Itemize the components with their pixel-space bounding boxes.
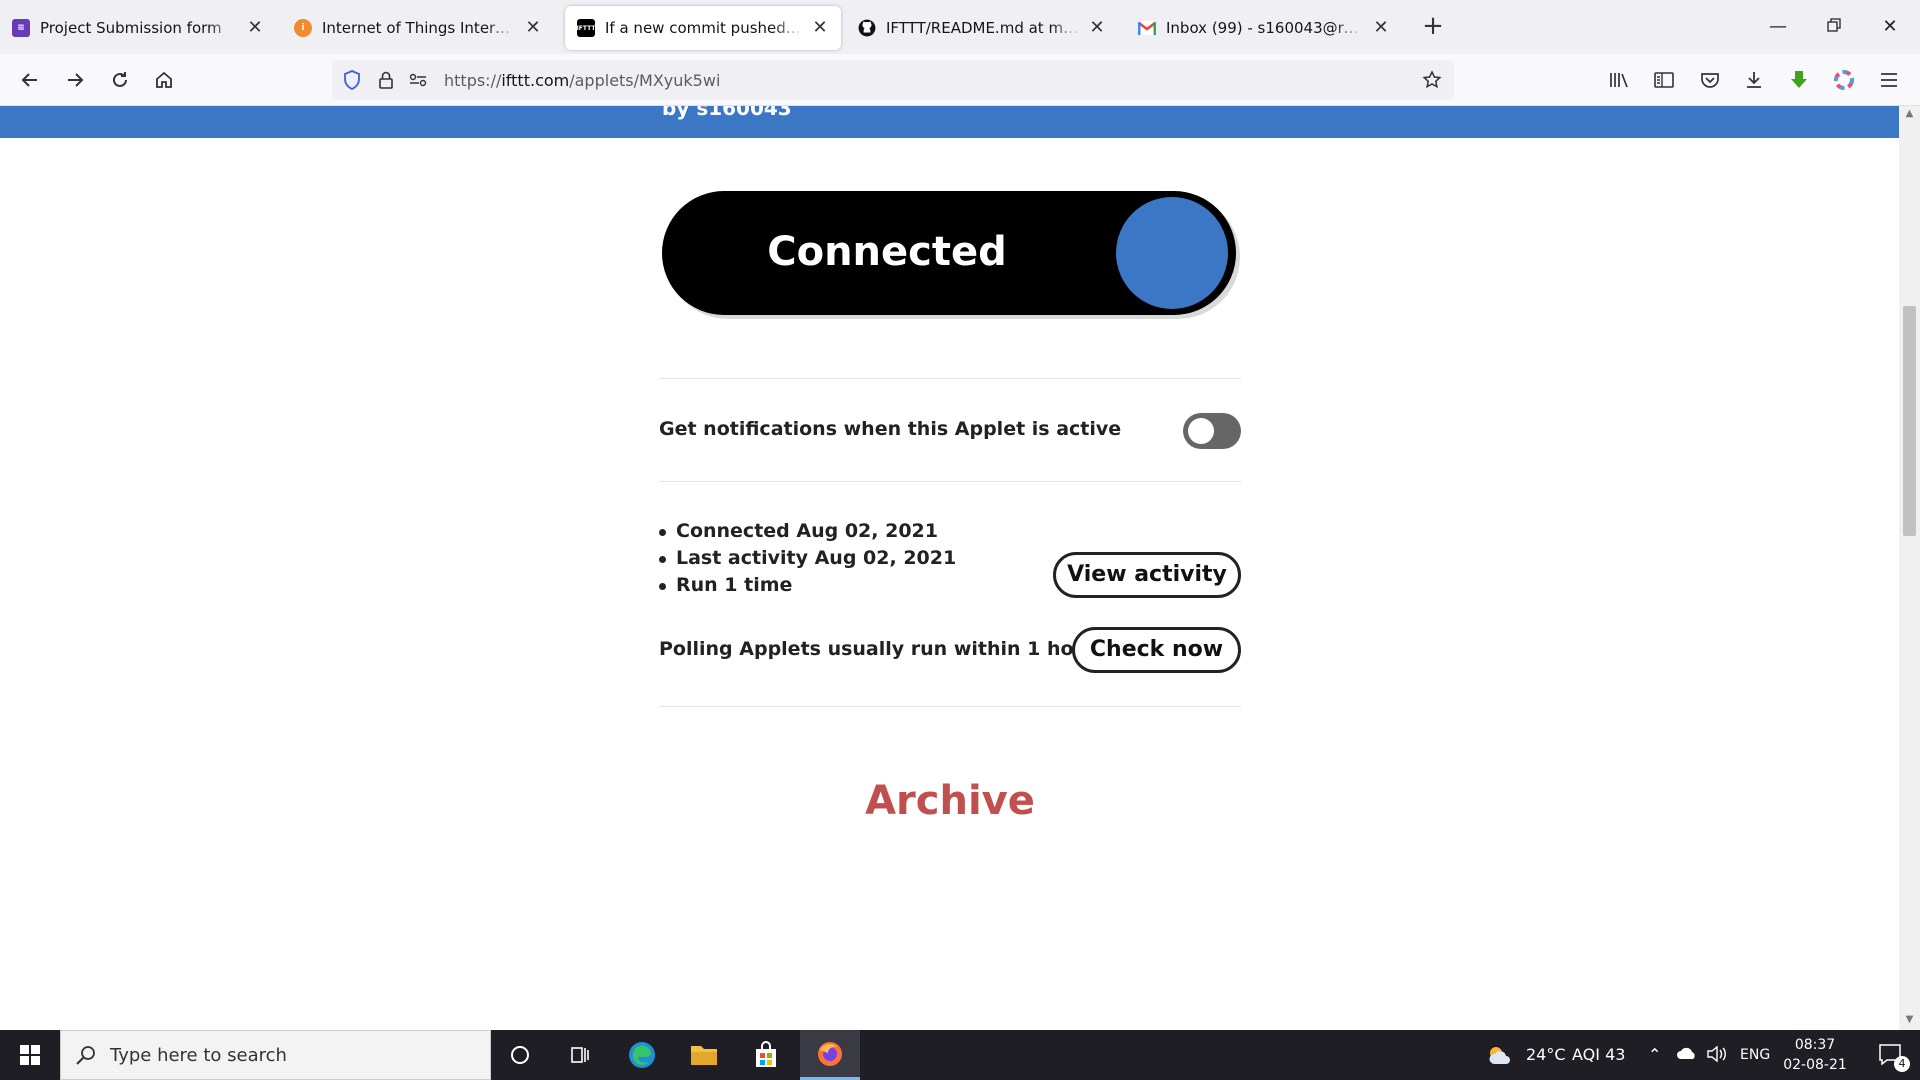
page-content: by s160043 Connected Get notifications w… [0, 106, 1899, 1030]
new-tab-button[interactable]: + [1418, 12, 1448, 42]
volume-icon[interactable] [1706, 1045, 1728, 1067]
weather-icon[interactable] [1482, 1030, 1516, 1080]
tab-iot-internship[interactable]: i Internet of Things Internship — G ✕ [282, 6, 554, 50]
close-tab-icon[interactable]: ✕ [811, 19, 829, 37]
url-text: https://ifttt.com/applets/MXyuk5wi [444, 71, 721, 90]
extension-colorwheel-icon[interactable] [1828, 64, 1860, 96]
tab-title: Project Submission form [40, 19, 222, 37]
back-icon[interactable] [14, 64, 46, 96]
show-hidden-icons-icon[interactable]: ⌃ [1648, 1045, 1661, 1064]
pocket-icon[interactable] [1694, 64, 1726, 96]
tab-bar: ≡ Project Submission form ✕ i Internet o… [0, 0, 1920, 54]
clock-time: 08:37 [1794, 1037, 1836, 1053]
notifications-switch-knob [1188, 418, 1214, 444]
divider [659, 378, 1241, 379]
input-language[interactable]: ENG [1740, 1047, 1770, 1063]
applet-header-band: by s160043 [0, 106, 1899, 138]
connect-toggle-label: Connected [767, 229, 1007, 275]
tab-title: Internet of Things Internship — G [322, 19, 516, 37]
page-scrollbar[interactable]: ▲ ▼ [1899, 106, 1920, 1030]
applet-stats-list: Connected Aug 02, 2021 Last activity Aug… [659, 518, 956, 599]
github-icon [858, 19, 876, 37]
navigation-bar: https://ifttt.com/applets/MXyuk5wi [0, 54, 1920, 106]
cortana-icon[interactable] [490, 1030, 550, 1080]
windows-taskbar: Type here to search 24°C AQI 43 ⌃ ENG 08… [0, 1030, 1920, 1080]
permissions-icon[interactable] [408, 70, 428, 90]
connect-toggle-knob[interactable] [1116, 197, 1228, 309]
task-view-icon[interactable] [550, 1030, 610, 1080]
tab-gmail-inbox[interactable]: Inbox (99) - s160043@rguktn.ac ✕ [1126, 6, 1402, 50]
polling-info: Polling Applets usually run within 1 hou… [659, 638, 1097, 660]
gmail-icon [1138, 19, 1156, 37]
notification-center-icon[interactable]: 4 [1866, 1030, 1916, 1080]
weather-aqi[interactable]: AQI 43 [1572, 1045, 1625, 1064]
home-icon[interactable] [148, 64, 180, 96]
tab-title: Inbox (99) - s160043@rguktn.ac [1166, 19, 1364, 37]
close-tab-icon[interactable]: ✕ [246, 19, 264, 37]
close-tab-icon[interactable]: ✕ [1088, 19, 1106, 37]
clock-date: 02-08-21 [1783, 1057, 1847, 1073]
view-activity-button[interactable]: View activity [1053, 552, 1241, 598]
tab-title: IFTTT/README.md at main · Va [886, 19, 1080, 37]
scrollbar-thumb[interactable] [1903, 306, 1916, 536]
tab-ifttt-applet[interactable]: IFTTT If a new commit pushed, then Se ✕ [565, 6, 841, 50]
divider [659, 706, 1241, 707]
tab-github-readme[interactable]: IFTTT/README.md at main · Va ✕ [846, 6, 1118, 50]
stat-run-count: Run 1 time [659, 572, 956, 599]
applet-author: by s160043 [662, 106, 792, 120]
file-explorer-icon[interactable] [674, 1030, 734, 1080]
menu-icon[interactable] [1873, 64, 1905, 96]
windows-start-icon[interactable] [0, 1030, 60, 1080]
restore-icon[interactable] [1806, 10, 1862, 44]
ifttt-icon: IFTTT [577, 19, 595, 37]
divider [659, 481, 1241, 482]
forward-icon[interactable] [59, 64, 91, 96]
onedrive-icon[interactable] [1676, 1045, 1698, 1064]
window-close-icon[interactable]: ✕ [1862, 10, 1918, 44]
search-icon [75, 1044, 97, 1070]
taskbar-clock[interactable]: 08:37 02-08-21 [1780, 1035, 1850, 1075]
sidebar-icon[interactable] [1648, 64, 1680, 96]
library-icon[interactable] [1603, 64, 1635, 96]
notification-count-badge: 4 [1894, 1056, 1910, 1072]
forms-icon: ≡ [12, 19, 30, 37]
bookmark-star-icon[interactable] [1422, 70, 1442, 90]
taskbar-search-box[interactable]: Type here to search [60, 1030, 491, 1080]
extension-download-icon[interactable] [1783, 64, 1815, 96]
archive-button[interactable]: Archive [850, 778, 1050, 824]
check-now-button[interactable]: Check now [1072, 627, 1241, 673]
notifications-switch[interactable] [1183, 413, 1241, 449]
edge-browser-icon[interactable] [612, 1030, 672, 1080]
reload-icon[interactable] [104, 64, 136, 96]
address-bar[interactable]: https://ifttt.com/applets/MXyuk5wi [332, 60, 1454, 100]
minimize-icon[interactable]: — [1750, 10, 1806, 44]
stat-last-activity: Last activity Aug 02, 2021 [659, 545, 956, 572]
stat-connected: Connected Aug 02, 2021 [659, 518, 956, 545]
scroll-up-icon[interactable]: ▲ [1903, 108, 1916, 122]
microsoft-store-icon[interactable] [736, 1030, 796, 1080]
internship-icon: i [294, 19, 312, 37]
firefox-taskbar-icon[interactable] [800, 1030, 860, 1080]
weather-temperature[interactable]: 24°C [1526, 1045, 1566, 1064]
scroll-down-icon[interactable]: ▼ [1903, 1014, 1916, 1028]
notifications-label: Get notifications when this Applet is ac… [659, 418, 1122, 440]
lock-icon[interactable] [376, 70, 396, 90]
connect-toggle[interactable]: Connected [662, 191, 1236, 315]
downloads-icon[interactable] [1738, 64, 1770, 96]
close-tab-icon[interactable]: ✕ [524, 19, 542, 37]
tracking-protection-icon[interactable] [342, 70, 362, 90]
close-tab-icon[interactable]: ✕ [1372, 19, 1390, 37]
tab-title: If a new commit pushed, then Se [605, 19, 803, 37]
search-placeholder: Type here to search [110, 1045, 287, 1066]
tab-project-submission[interactable]: ≡ Project Submission form ✕ [0, 6, 276, 50]
